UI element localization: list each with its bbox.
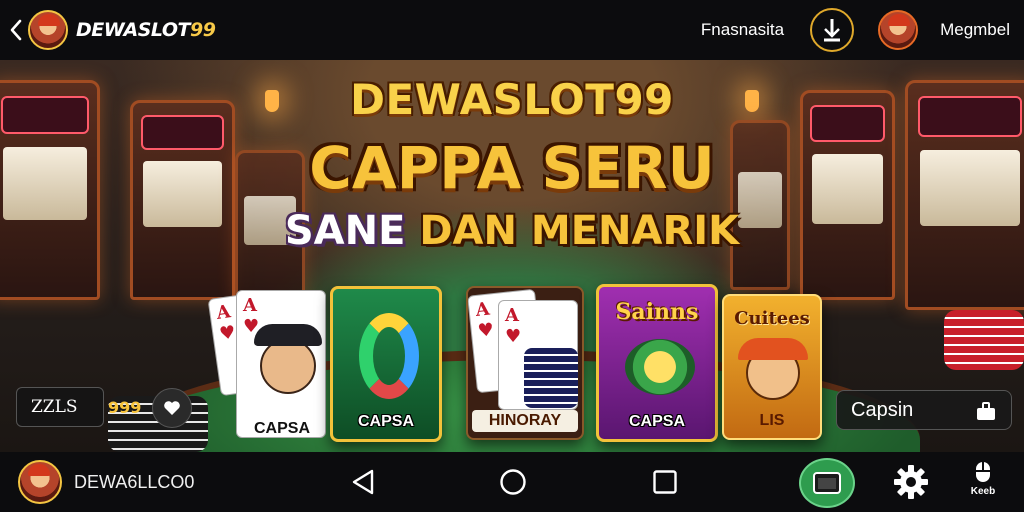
capsin-button[interactable]: Capsin (836, 390, 1012, 430)
character-cap (738, 338, 808, 360)
game-card-label: CAPSA (357, 413, 414, 430)
promo-banner[interactable]: DEWASLOT99 CAPPA SERU SANE DAN MENARIK A… (0, 60, 1024, 452)
brand-logo[interactable]: DEWASLOT99 (76, 19, 216, 41)
download-button[interactable] (810, 8, 855, 52)
square-recent-icon (653, 470, 677, 494)
game-card-label: LIS (759, 412, 785, 429)
game-card-cuitees[interactable]: Cuitees LIS (722, 294, 822, 440)
nav-home-button[interactable] (488, 452, 538, 512)
bottom-user[interactable]: DEWA6LLCO0 (18, 460, 194, 504)
bag-icon (977, 402, 995, 420)
top-bar: DEWASLOT99 Fnasnasita Megmbel (0, 0, 1024, 60)
game-card-title: Cuitees (734, 308, 810, 329)
header-link-right[interactable]: Megmbel (940, 20, 1010, 40)
keeb-label: Keeb (970, 486, 996, 497)
game-card-sainns[interactable]: Sainns CAPSA (596, 284, 718, 442)
heart-icon (164, 401, 180, 415)
nav-recent-button[interactable] (640, 452, 690, 512)
bottom-nav-bar: DEWA6LLCO0 Keeb (0, 452, 1024, 512)
brand-name: DEWASLOT (76, 19, 190, 41)
game-card-title: Sainns (615, 299, 699, 325)
banner-title-line1: DEWASLOT99 (350, 75, 674, 124)
banner-title-line2: CAPPA SERU (309, 134, 715, 202)
banner-title-line3-yellow: DAN MENARIK (419, 208, 740, 254)
game-card-label: HINORAY (472, 410, 578, 432)
header-link-left[interactable]: Fnasnasita (701, 20, 784, 40)
game-card-capsa-1[interactable]: A ♥ A ♥ CAPSA (208, 290, 328, 440)
favorite-button[interactable] (152, 388, 192, 428)
coin-stack (625, 339, 695, 395)
keeb-button[interactable]: Keeb (958, 460, 1008, 497)
game-card-label: CAPSA (253, 420, 310, 437)
bottom-avatar[interactable] (18, 460, 62, 504)
app-window-icon (813, 472, 841, 494)
triangle-back-icon (352, 469, 374, 495)
settings-button[interactable] (886, 452, 936, 512)
game-card-label: CAPSA (628, 413, 685, 430)
chevron-left-icon (10, 19, 22, 41)
back-button[interactable] (4, 0, 28, 60)
download-icon (824, 19, 841, 42)
banner-title-line3-white: SANE (284, 208, 406, 254)
game-tag-chip[interactable]: ZZLS (16, 387, 104, 427)
bottom-user-label: DEWA6LLCO0 (74, 471, 195, 492)
app-launcher-button[interactable] (799, 458, 855, 508)
chip-ring (359, 313, 419, 399)
keeb-icon (976, 462, 990, 482)
character-gentleman (260, 338, 316, 394)
nav-back-button[interactable] (338, 452, 388, 512)
game-tag-count: 999 (108, 398, 142, 417)
capsin-label: Capsin (851, 398, 914, 421)
avatar[interactable] (28, 10, 68, 50)
circle-home-icon (500, 469, 526, 495)
brand-number: 99 (189, 19, 216, 41)
gear-icon (894, 465, 928, 499)
game-card-capsa-2[interactable]: CAPSA (330, 286, 442, 442)
chip-stack (524, 348, 578, 408)
profile-avatar[interactable] (878, 10, 919, 50)
chip-stack (944, 310, 1024, 370)
banner-title-line3: SANE DAN MENARIK (0, 208, 1024, 254)
character-hat (254, 324, 322, 346)
game-card-hinoray[interactable]: A ♥ A ♥ HINORAY (466, 286, 584, 440)
game-tag-label: ZZLS (31, 397, 78, 417)
